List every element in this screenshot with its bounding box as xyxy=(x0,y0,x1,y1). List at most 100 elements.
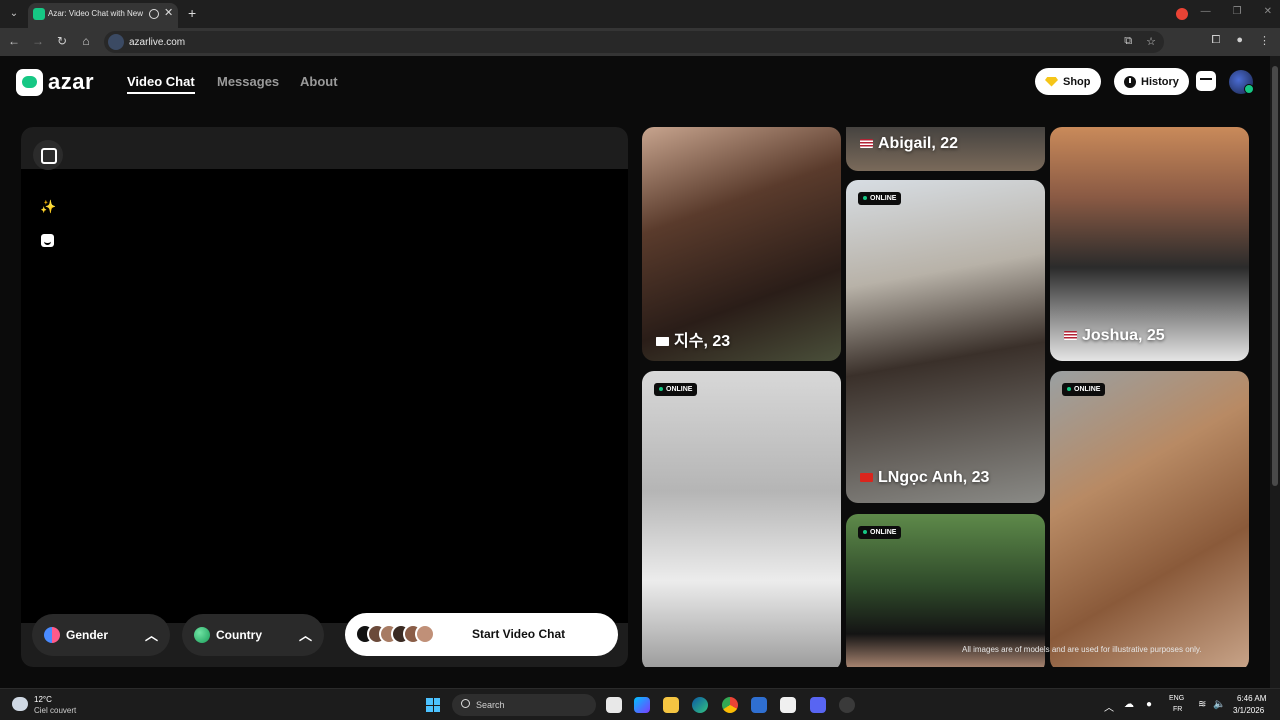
search-label: Search xyxy=(476,700,505,710)
edge-icon[interactable] xyxy=(692,697,708,713)
flag-vn-icon xyxy=(860,473,873,483)
browser-tab[interactable]: Azar: Video Chat with New ✕ xyxy=(28,3,178,28)
install-app-icon[interactable]: ⧉ xyxy=(1124,35,1132,48)
back-icon[interactable]: ← xyxy=(6,34,22,48)
flag-us-icon xyxy=(1064,331,1077,341)
close-tab-icon[interactable]: ✕ xyxy=(164,6,173,19)
forward-icon[interactable]: → xyxy=(30,34,46,48)
chrome-icon[interactable] xyxy=(722,697,738,713)
reload-icon[interactable]: ↻ xyxy=(54,34,70,48)
address-bar-row: ← → ↻ ⌂ azarlive.com ⧉ ☆ ⧠ ● ⋮ xyxy=(0,28,1280,56)
expand-icon[interactable] xyxy=(33,140,63,170)
discord-icon[interactable] xyxy=(810,697,826,713)
online-label: ONLINE xyxy=(1074,386,1101,393)
volume-icon[interactable]: 🔈 xyxy=(1213,699,1225,710)
azar-logo-icon[interactable] xyxy=(16,69,43,96)
profile-icon[interactable]: ● xyxy=(1236,34,1243,47)
online-dot-icon xyxy=(1067,387,1071,392)
page-scrollbar[interactable] xyxy=(1270,56,1280,688)
start-label: Start Video Chat xyxy=(472,627,566,641)
tab-search-icon[interactable]: ⌄ xyxy=(6,6,22,22)
profile-card[interactable]: ONLINE LNgọc Anh, 23 xyxy=(846,180,1045,503)
nav-messages[interactable]: Messages xyxy=(217,74,279,89)
nav-active-underline xyxy=(127,92,195,94)
browser-menu-icon[interactable]: ⋮ xyxy=(1259,34,1270,47)
profile-card[interactable]: ONLINE xyxy=(642,371,841,667)
face-filter-icon[interactable] xyxy=(41,234,54,247)
close-window-icon[interactable]: ✕ xyxy=(1264,6,1272,17)
browser-tabbar: ⌄ Azar: Video Chat with New ✕ + — ❐ ✕ xyxy=(0,0,1280,28)
online-dot-icon xyxy=(863,196,867,201)
profile-card[interactable]: ONLINE xyxy=(1050,371,1249,667)
shop-label: Shop xyxy=(1063,75,1091,88)
profile-name: 지수, 23 xyxy=(656,327,730,351)
shop-button[interactable]: Shop xyxy=(1035,68,1101,95)
task-view-icon[interactable] xyxy=(606,697,622,713)
chevron-up-icon: ︿ xyxy=(144,628,158,643)
online-dot-icon xyxy=(659,387,663,392)
copilot-icon[interactable] xyxy=(634,697,650,713)
online-badge: ONLINE xyxy=(1062,383,1106,396)
profile-name-text: 지수, 23 xyxy=(674,333,731,350)
profile-name-text: LNgọc Anh, 23 xyxy=(878,469,990,486)
profile-card[interactable]: Abigail, 22 xyxy=(846,127,1045,171)
tab-title: Azar: Video Chat with New xyxy=(48,9,144,18)
lang-top[interactable]: ENG xyxy=(1169,695,1184,702)
store-icon[interactable] xyxy=(780,697,796,713)
online-badge: ONLINE xyxy=(858,526,902,539)
mic-icon[interactable]: ● xyxy=(1146,699,1152,710)
video-panel: ✨ Gender ︿ Country ︿ Start Video Chat xyxy=(21,127,628,667)
clock-time[interactable]: 6:46 AM xyxy=(1237,694,1266,703)
restore-icon[interactable]: ❐ xyxy=(1233,6,1242,17)
scroll-thumb[interactable] xyxy=(1272,66,1278,486)
azar-favicon-icon xyxy=(33,8,45,20)
windows-start-icon[interactable] xyxy=(426,698,440,712)
file-explorer-icon[interactable] xyxy=(663,697,679,713)
country-filter-button[interactable]: Country ︿ xyxy=(182,614,324,656)
clock-date[interactable]: 3/1/2026 xyxy=(1233,706,1264,715)
video-topbar xyxy=(21,127,628,169)
extension-badge-icon[interactable] xyxy=(1176,8,1188,20)
url-text: azarlive.com xyxy=(129,37,186,48)
minimize-icon[interactable]: — xyxy=(1201,6,1211,17)
avatar xyxy=(415,624,435,644)
wifi-icon[interactable]: ≋ xyxy=(1198,699,1206,710)
onedrive-icon[interactable]: ☁ xyxy=(1124,699,1134,710)
taskbar-search[interactable]: Search xyxy=(452,694,596,716)
app-icon[interactable] xyxy=(839,697,855,713)
avatar-status-badge xyxy=(1244,84,1254,94)
url-field[interactable]: azarlive.com ⧉ ☆ xyxy=(104,31,1164,53)
audio-playing-icon[interactable] xyxy=(149,9,159,19)
profile-name-text: Joshua, 25 xyxy=(1082,327,1165,344)
site-info-icon[interactable] xyxy=(108,34,124,50)
extensions-puzzle-icon[interactable]: ⧠ xyxy=(1212,34,1221,47)
bookmark-star-icon[interactable]: ☆ xyxy=(1146,35,1156,48)
weather-cloud-icon[interactable] xyxy=(12,697,28,711)
weather-description[interactable]: Ciel couvert xyxy=(34,706,76,715)
extension-icons: ⧠ ● ⋮ xyxy=(1212,34,1270,47)
online-badge: ONLINE xyxy=(858,192,902,205)
nav-about[interactable]: About xyxy=(300,74,338,89)
weather-temp[interactable]: 12°C xyxy=(34,695,52,704)
flag-us-icon xyxy=(860,139,873,149)
online-label: ONLINE xyxy=(870,529,897,536)
profile-card[interactable]: Joshua, 25 xyxy=(1050,127,1249,361)
gem-icon xyxy=(1045,76,1058,87)
start-video-chat-button[interactable]: Start Video Chat xyxy=(345,613,618,656)
inbox-box-icon[interactable] xyxy=(1196,71,1216,91)
site-header: azar Video Chat Messages About Shop Hist… xyxy=(0,56,1280,112)
magic-wand-icon[interactable]: ✨ xyxy=(40,199,56,215)
logo-text[interactable]: azar xyxy=(48,69,94,95)
gender-filter-button[interactable]: Gender ︿ xyxy=(32,614,170,656)
mail-icon[interactable] xyxy=(751,697,767,713)
nav-video-chat[interactable]: Video Chat xyxy=(127,74,195,89)
home-icon[interactable]: ⌂ xyxy=(78,34,94,48)
tray-chevron-icon[interactable]: ︿ xyxy=(1104,699,1114,714)
profile-name: LNgọc Anh, 23 xyxy=(860,469,989,487)
online-dot-icon xyxy=(863,530,867,535)
profile-card[interactable]: 지수, 23 xyxy=(642,127,841,361)
history-button[interactable]: History xyxy=(1114,68,1189,95)
gender-label: Gender xyxy=(66,628,109,642)
new-tab-button[interactable]: + xyxy=(188,5,196,21)
lang-bottom[interactable]: FR xyxy=(1173,706,1182,713)
